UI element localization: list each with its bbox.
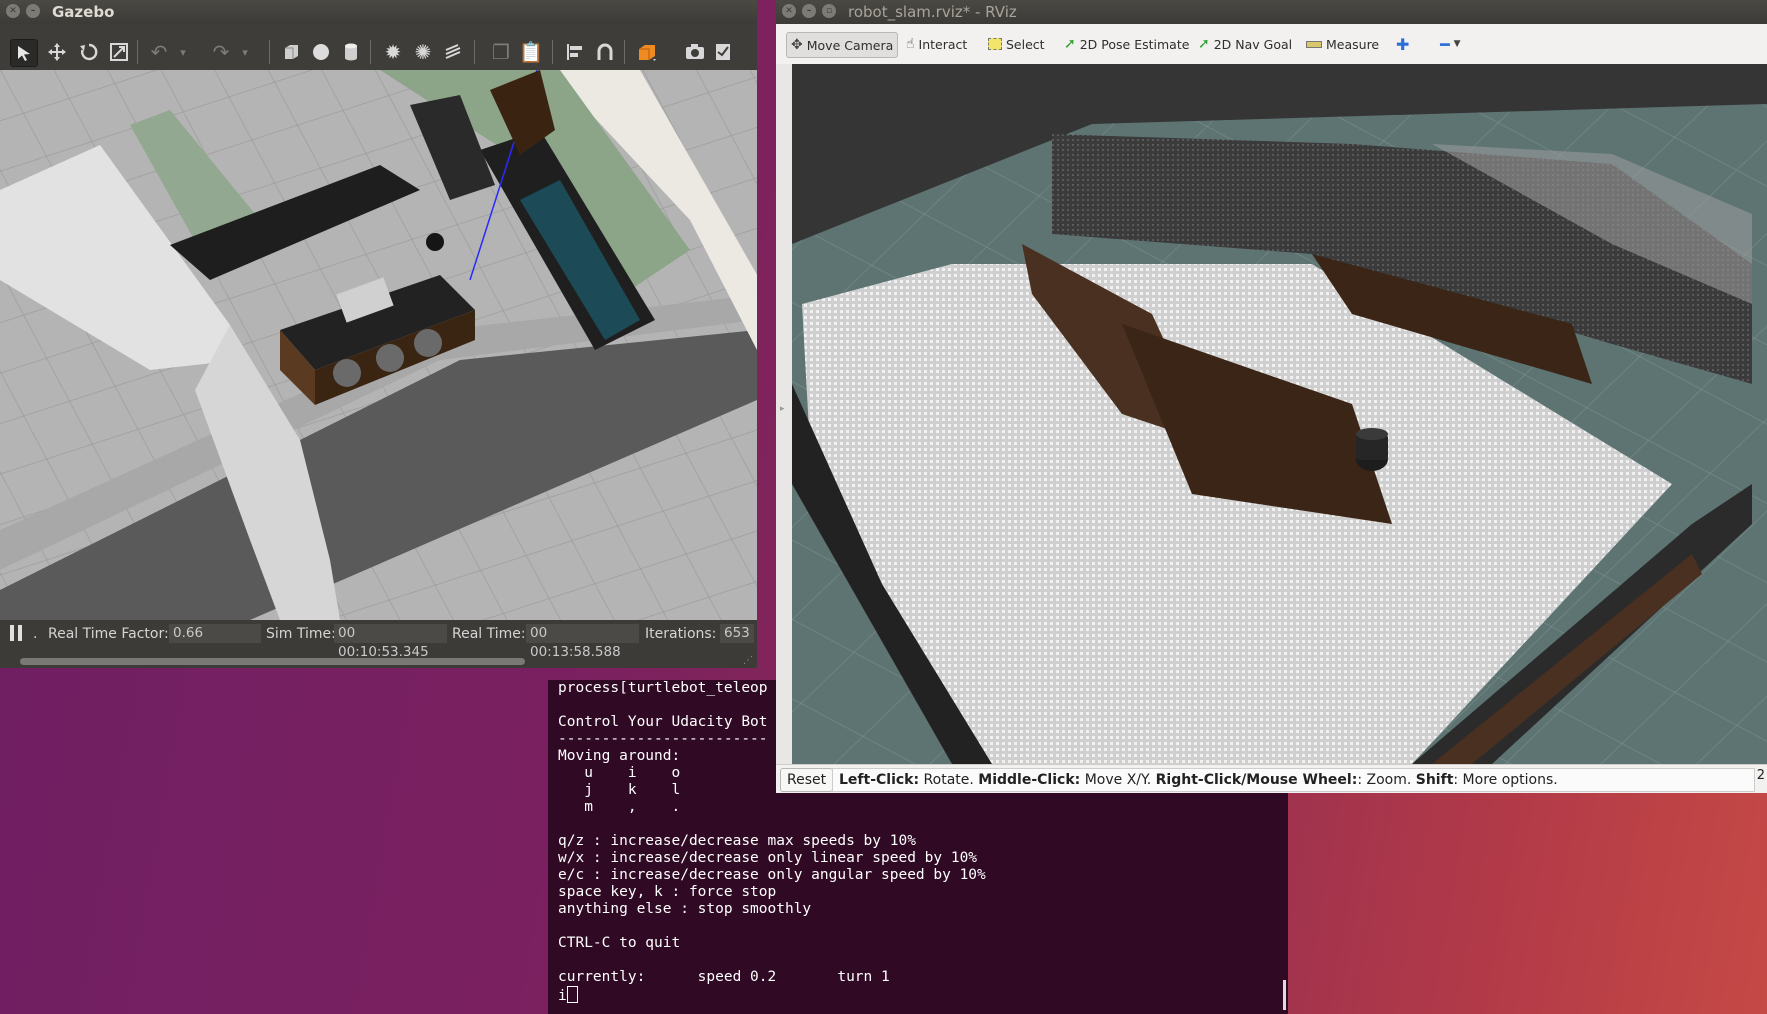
interact-button[interactable]: ☝ Interact [902,32,971,56]
sphere-icon[interactable] [308,39,334,65]
view-angle-icon[interactable] [634,39,660,65]
select-icon [988,38,1002,50]
mouse-hint: Left-Click: Rotate. Middle-Click: Move X… [832,768,1755,792]
gazebo-horizontal-scrollbar[interactable] [20,658,525,665]
close-icon[interactable]: ✕ [6,4,20,18]
gazebo-statusbar: . Real Time Factor: 0.66 Sim Time: 00 00… [0,620,757,660]
align-icon[interactable] [562,39,588,65]
green-arrow-icon: ➚ [1198,36,1210,52]
terminal-cursor [566,986,578,1003]
copy-icon[interactable]: ❐ [488,39,514,65]
rviz-3d-view[interactable] [792,64,1767,764]
redo-icon[interactable]: ↷ [208,39,234,65]
box-icon[interactable] [278,39,304,65]
undo-icon[interactable]: ↶ [146,39,172,65]
minimize-icon[interactable]: – [802,4,816,18]
screenshot-icon[interactable] [682,39,708,65]
scale-icon[interactable] [106,39,132,65]
select-arrow-icon[interactable] [10,39,38,67]
add-tool-icon[interactable]: ✚ [1392,32,1413,56]
rviz-left-panel-handle[interactable]: ▸ [776,64,793,764]
measure-button[interactable]: Measure [1302,32,1383,56]
redo-dropdown-icon[interactable]: ▾ [232,39,258,65]
move-camera-icon: ✥ [791,37,803,53]
2d-pose-estimate-button[interactable]: ➚ 2D Pose Estimate [1060,32,1193,56]
expand-arrow-icon[interactable]: ▸ [780,404,785,414]
maximize-icon[interactable]: ▫ [822,4,836,18]
rotate-icon[interactable] [76,39,102,65]
resize-grip-icon[interactable]: ⋰ [743,655,753,666]
spot-light-icon[interactable]: ✺ [410,39,436,65]
iterations-label: Iterations: [645,626,717,642]
gazebo-titlebar[interactable]: ✕ – Gazebo [0,0,757,24]
select-button[interactable]: Select [984,32,1049,56]
rviz-window: ✕ – ▫ robot_slam.rviz* - RViz ✥ Move Cam… [776,0,1767,793]
minimize-icon[interactable]: – [26,4,40,18]
rtf-label: Real Time Factor: [48,626,169,642]
close-icon[interactable]: ✕ [782,4,796,18]
gazebo-window: ✕ – Gazebo ↶ ▾ ↷ ▾ ✹ ✺ ❐ 📋 . Real Time F… [0,0,757,668]
snap-icon[interactable] [592,39,618,65]
directional-light-icon[interactable] [440,39,466,65]
reset-button[interactable]: Reset [780,768,834,792]
pause-icon[interactable] [10,625,24,641]
translate-icon[interactable] [44,39,70,65]
log-icon[interactable] [710,39,736,65]
green-arrow-icon: ➚ [1064,36,1076,52]
hand-icon: ☝ [906,36,915,52]
ruler-icon [1306,40,1322,48]
gazebo-title: Gazebo [52,3,115,21]
rviz-title: robot_slam.rviz* - RViz [848,3,1017,21]
rviz-toolbar: ✥ Move Camera ☝ Interact Select ➚ 2D Pos… [776,24,1767,65]
iterations-value: 653 [720,624,754,643]
sim-time-label: Sim Time: [266,626,336,642]
cylinder-icon[interactable] [338,39,364,65]
move-camera-button[interactable]: ✥ Move Camera [786,32,899,58]
rviz-titlebar[interactable]: ✕ – ▫ robot_slam.rviz* - RViz [776,0,1767,24]
terminal-scrollbar[interactable] [1283,980,1286,1010]
real-time-value: 00 00:13:58.588 [526,624,639,660]
sim-time-value: 00 00:10:53.345 [334,624,447,660]
rviz-statusbar: Reset Left-Click: Rotate. Middle-Click: … [776,764,1767,793]
2d-nav-goal-button[interactable]: ➚ 2D Nav Goal [1194,32,1296,56]
rtf-value: 0.66 [169,624,261,643]
point-light-icon[interactable]: ✹ [380,39,406,65]
real-time-label: Real Time: [452,626,526,642]
undo-dropdown-icon[interactable]: ▾ [170,39,196,65]
fps-counter: 2 [1756,768,1765,783]
paste-icon[interactable]: 📋 [518,39,544,65]
gazebo-3d-scene[interactable] [0,70,757,620]
remove-tool-icon[interactable]: ━ ▼ [1436,32,1465,56]
step-dot[interactable]: . [33,626,37,642]
